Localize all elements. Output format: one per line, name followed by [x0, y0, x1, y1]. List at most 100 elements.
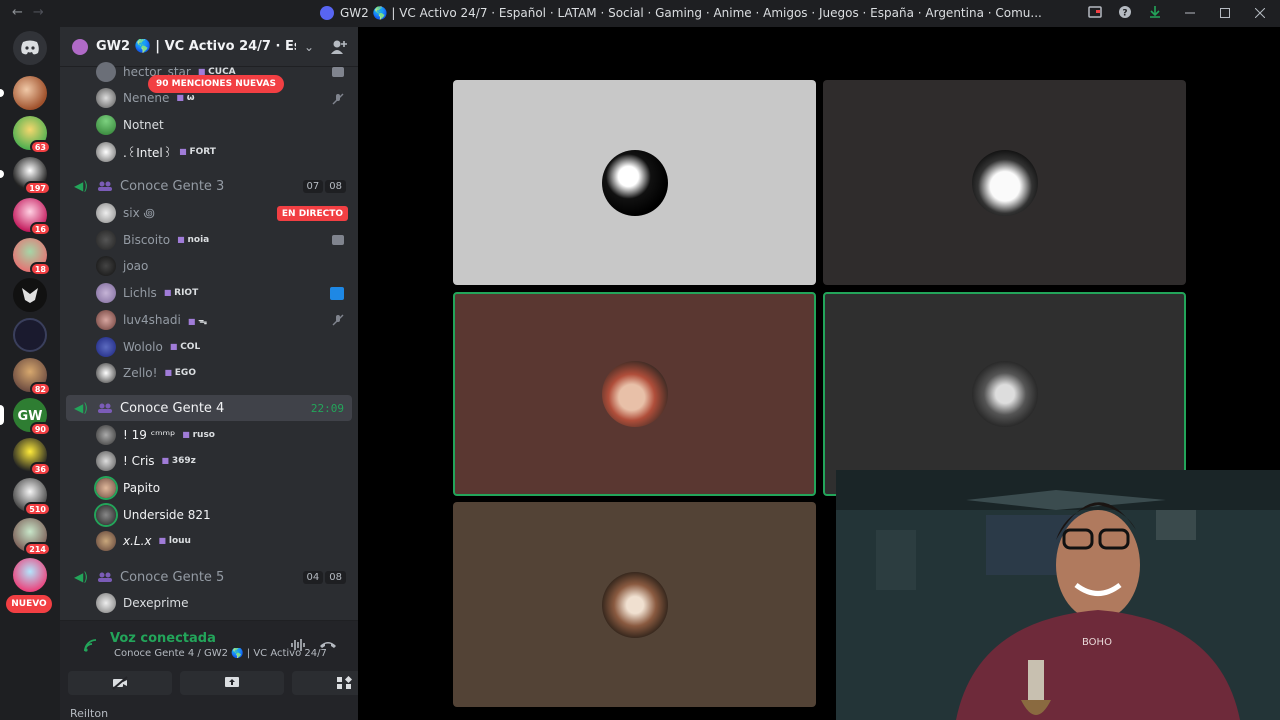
group-icon: [98, 181, 112, 191]
participant-tile-speaking[interactable]: [453, 292, 816, 496]
signal-icon[interactable]: [82, 637, 98, 653]
voice-member[interactable]: joao: [96, 254, 148, 278]
voice-connected-panel: Voz conectada Conoce Gente 4 / GW2 🌎 | V…: [60, 620, 358, 720]
noise-suppression-icon[interactable]: [290, 638, 306, 652]
voice-member[interactable]: Wololo COL: [96, 335, 200, 359]
member-name: x.L.x: [123, 534, 152, 548]
voice-stage: BOHO: [358, 27, 1280, 720]
server-icon[interactable]: [0, 76, 47, 110]
server-icon[interactable]: 82: [13, 358, 51, 396]
new-badge[interactable]: NUEVO: [6, 595, 52, 613]
chevron-down-icon[interactable]: ⌄: [304, 40, 314, 54]
participant-tile[interactable]: [453, 502, 816, 707]
svg-text:?: ?: [1122, 9, 1127, 19]
window-controls: ?: [1080, 0, 1280, 27]
download-icon[interactable]: [1140, 5, 1170, 22]
new-mentions-pill[interactable]: 90 MENCIONES NUEVAS: [148, 75, 284, 93]
participant-tile-speaking[interactable]: [823, 292, 1186, 496]
voice-member[interactable]: Biscoito noia: [96, 228, 209, 252]
invite-user-icon[interactable]: [330, 38, 348, 56]
server-icon[interactable]: 214: [13, 518, 51, 556]
participant-avatar: [601, 361, 668, 427]
avatar: [96, 593, 116, 613]
participant-avatar: [971, 361, 1038, 427]
avatar: [96, 88, 116, 108]
avatar: [96, 62, 116, 82]
maximize-icon[interactable]: [1210, 7, 1240, 21]
avatar: [96, 478, 116, 498]
server-icon[interactable]: 197: [0, 157, 51, 195]
voice-member[interactable]: Lichls RIOT: [96, 281, 198, 305]
avatar: [96, 505, 116, 525]
webcam-feed: BOHO: [836, 470, 1280, 720]
webcam-overlay: BOHO: [836, 470, 1280, 720]
live-badge: EN DIRECTO: [276, 206, 348, 221]
avatar: [96, 363, 116, 383]
voice-member[interactable]: x.L.x louu: [96, 529, 191, 553]
camera-off-icon: [112, 676, 128, 690]
voice-member[interactable]: Notnet: [96, 113, 164, 137]
voice-member[interactable]: Papito: [96, 476, 160, 500]
back-arrow-icon[interactable]: ←: [12, 5, 23, 20]
voice-member[interactable]: ! 19 ᶜᵐᵐᵖ ruso: [96, 423, 215, 447]
channel-name: Conoce Gente 5: [120, 569, 225, 585]
server-icon[interactable]: 63: [13, 116, 51, 154]
participant-tile[interactable]: [453, 80, 816, 285]
avatar: [96, 310, 116, 330]
minimize-icon[interactable]: [1170, 7, 1210, 21]
avatar: [96, 337, 116, 357]
voice-member[interactable]: Dexeprime: [96, 591, 188, 615]
discord-home-icon[interactable]: [13, 31, 47, 65]
member-tag: noia: [177, 235, 209, 245]
voice-member[interactable]: six ꩜: [96, 201, 155, 225]
server-icon[interactable]: [13, 558, 47, 592]
activity-icon: [330, 287, 344, 300]
speaker-icon: ◀): [74, 401, 88, 415]
server-icon[interactable]: [13, 278, 47, 312]
voice-member[interactable]: Underside 821: [96, 503, 211, 527]
member-name: Underside 821: [123, 508, 211, 522]
window-title-text: GW2 🌎 | VC Activo 24/7 · Español · LATAM…: [340, 6, 1042, 20]
inbox-icon[interactable]: [1080, 6, 1110, 21]
disconnect-icon[interactable]: [319, 638, 337, 652]
server-icon[interactable]: GW 90: [0, 398, 51, 436]
member-tag: RIOT: [164, 288, 198, 298]
member-name: luv4shadi: [123, 313, 181, 327]
member-tag: 369z: [162, 456, 196, 466]
voice-status[interactable]: Voz conectada: [110, 631, 216, 646]
member-tag: ω: [176, 93, 195, 103]
muted-mic-icon: [332, 314, 344, 326]
muted-mic-icon: [332, 93, 344, 105]
server-icon[interactable]: 36: [13, 438, 51, 476]
voice-member[interactable]: .꒰Intel꒱ FORT: [96, 140, 216, 164]
activities-icon: [337, 676, 352, 689]
help-icon[interactable]: ?: [1110, 5, 1140, 22]
group-icon: [98, 403, 112, 413]
server-icon[interactable]: [13, 318, 47, 352]
group-icon: [98, 572, 112, 582]
user-name[interactable]: Reilton: [70, 707, 108, 720]
call-timer: 22:09: [310, 401, 344, 415]
voice-channel-conoce-gente-4[interactable]: ◀) Conoce Gente 4 22:09: [66, 395, 352, 421]
server-icon[interactable]: 16: [13, 198, 51, 236]
server-logo-icon: [320, 6, 334, 20]
voice-member[interactable]: luv4shadi ᯓ: [96, 308, 207, 332]
voice-channel-conoce-gente-3[interactable]: ◀) Conoce Gente 3 07 08: [66, 173, 352, 199]
server-icon[interactable]: 18: [13, 238, 51, 276]
member-tag: EGO: [164, 368, 196, 378]
server-rail: 63 197 16 18 82 GW 90 36 510 214 NUEVO: [0, 27, 60, 720]
voice-member[interactable]: Zello! EGO: [96, 361, 196, 385]
avatar: [96, 230, 116, 250]
participant-tile[interactable]: [823, 80, 1186, 285]
camera-off-button[interactable]: [68, 671, 172, 695]
member-name: Dexeprime: [123, 596, 189, 610]
voice-channel-conoce-gente-5[interactable]: ◀) Conoce Gente 5 04 08: [66, 564, 352, 590]
close-icon[interactable]: [1240, 7, 1280, 21]
forward-arrow-icon[interactable]: →: [33, 5, 44, 20]
screen-share-button[interactable]: [180, 671, 284, 695]
activities-button[interactable]: [292, 671, 358, 695]
member-name: ! Cris: [123, 454, 155, 468]
voice-member[interactable]: ! Cris 369z: [96, 449, 196, 473]
user-count: 07 08: [302, 179, 346, 193]
server-icon[interactable]: 510: [13, 478, 51, 516]
